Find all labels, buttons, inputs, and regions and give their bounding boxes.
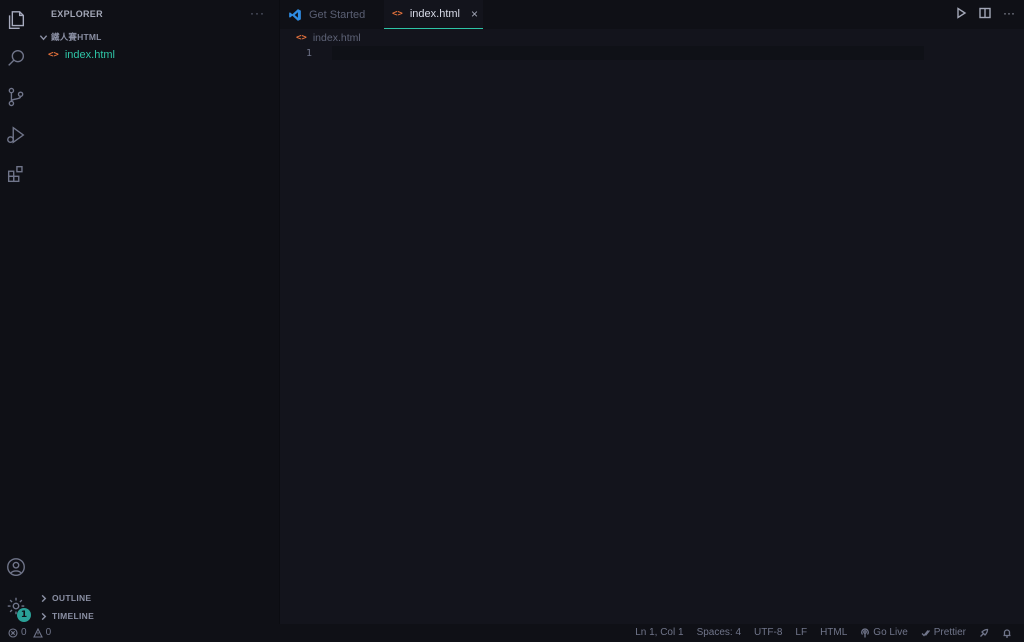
run-debug-icon[interactable] [4, 123, 28, 147]
go-live-label: Go Live [873, 627, 908, 638]
timeline-label: TIMELINE [52, 611, 95, 621]
more-actions-icon[interactable]: ··· [250, 6, 265, 20]
breadcrumb[interactable]: <> index.html [296, 31, 361, 45]
extensions-icon[interactable] [4, 162, 28, 186]
notifications-bell-icon[interactable] [1002, 628, 1012, 638]
tab-label: Get Started [309, 8, 366, 21]
chevron-down-icon [38, 32, 48, 42]
chevron-right-icon [38, 593, 48, 603]
error-count: 0 [21, 627, 27, 638]
error-icon [8, 627, 18, 638]
outline-section[interactable]: OUTLINE [38, 591, 91, 605]
source-control-icon[interactable] [4, 85, 28, 109]
explorer-sidebar: EXPLORER ··· 鐵人賽HTML <> index.html OUTLI… [32, 0, 280, 624]
folder-name: 鐵人賽HTML [51, 32, 102, 42]
prettier-label: Prettier [933, 627, 966, 638]
tab-label: index.html [409, 8, 460, 20]
editor-area[interactable]: 1 [280, 46, 1024, 624]
eol-status[interactable]: LF [795, 627, 807, 638]
editor-actions: ··· [954, 6, 1016, 20]
warning-count: 0 [45, 627, 52, 638]
account-icon[interactable] [4, 555, 28, 579]
problems-status[interactable]: 0 0 [8, 627, 51, 638]
current-line-highlight [332, 46, 924, 60]
file-name: index.html [64, 49, 115, 61]
activity-bar: 1 [0, 0, 32, 624]
cursor-position[interactable]: Ln 1, Col 1 [635, 627, 683, 638]
go-live-button[interactable]: Go Live [860, 627, 908, 638]
timeline-section[interactable]: TIMELINE [38, 609, 94, 623]
settings-badge: 1 [17, 608, 31, 622]
split-editor-icon[interactable] [978, 6, 992, 20]
indentation-status[interactable]: Spaces: 4 [697, 627, 741, 638]
outline-label: OUTLINE [52, 593, 92, 603]
feedback-icon[interactable] [979, 628, 989, 638]
files-icon[interactable] [4, 8, 28, 32]
breadcrumb-file[interactable]: index.html [313, 32, 361, 44]
language-mode[interactable]: HTML [820, 627, 847, 638]
folder-header[interactable]: 鐵人賽HTML [38, 30, 102, 44]
double-check-icon [921, 629, 930, 636]
encoding-status[interactable]: UTF-8 [754, 627, 782, 638]
warning-icon [32, 627, 43, 638]
prettier-status[interactable]: Prettier [921, 627, 966, 638]
vscode-logo-icon [289, 8, 301, 21]
broadcast-icon [861, 627, 870, 637]
tab-index-html[interactable]: <> index.html × [384, 0, 483, 29]
tab-get-started[interactable]: Get Started [280, 0, 380, 29]
html-file-icon: <> [296, 33, 307, 43]
explorer-title: EXPLORER [51, 9, 103, 19]
html-file-icon: <> [48, 50, 59, 60]
chevron-right-icon [38, 611, 48, 621]
html-file-icon: <> [392, 9, 403, 19]
editor-tab-bar: Get Started <> index.html × ··· [280, 0, 1024, 29]
settings-gear-icon[interactable]: 1 [4, 594, 31, 622]
status-bar: 0 0 Ln 1, Col 1 Spaces: 4 UTF-8 LF HTML … [0, 624, 1024, 642]
more-actions-icon[interactable]: ··· [1002, 6, 1016, 20]
file-item-index-html[interactable]: <> index.html [48, 47, 115, 63]
status-right: Ln 1, Col 1 Spaces: 4 UTF-8 LF HTML Go L… [635, 627, 1012, 638]
line-number: 1 [306, 48, 313, 59]
close-icon[interactable]: × [471, 7, 478, 21]
run-icon[interactable] [954, 6, 968, 20]
search-icon[interactable] [4, 46, 28, 70]
